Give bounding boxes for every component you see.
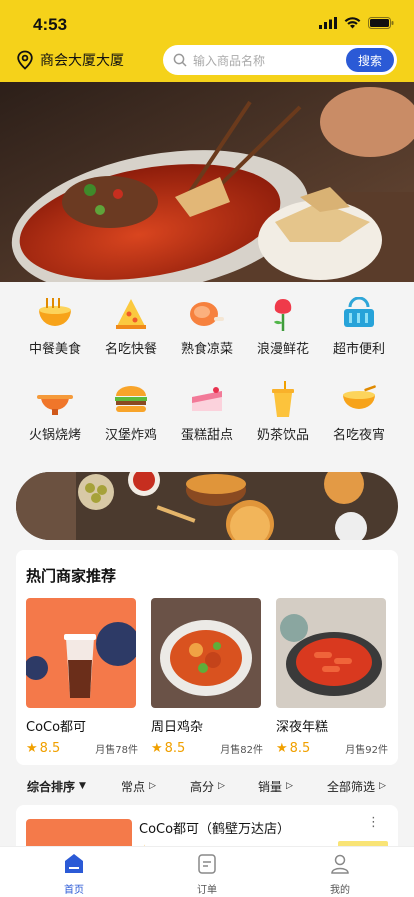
- more-options-icon[interactable]: ⋮: [367, 815, 380, 830]
- search-input[interactable]: 输入商品名称: [193, 52, 346, 69]
- category-item[interactable]: 汉堡炸鸡: [95, 380, 167, 443]
- merchant-name: CoCo都可: [26, 720, 87, 735]
- filter-all[interactable]: 全部筛选 ▷: [327, 778, 386, 795]
- merchant-rating: ★ 8.5: [276, 741, 311, 756]
- status-time: 4:53: [33, 15, 68, 34]
- soup-bowl-icon: [338, 380, 380, 420]
- merchant-card[interactable]: 深夜年糕 ★ 8.5 月售92件: [276, 598, 388, 756]
- hot-merchants-card: 热门商家推荐 CoCo都可 ★ 8.5 月售78件 周日鸡杂 ★ 8.5 月售82件…: [16, 550, 398, 765]
- home-icon: [65, 854, 83, 873]
- tab-label: 订单: [197, 885, 217, 896]
- merchant-rating: ★ 8.5: [151, 741, 186, 756]
- tab-label: 我的: [330, 885, 350, 896]
- merchant-card[interactable]: 周日鸡杂 ★ 8.5 月售82件: [151, 598, 263, 756]
- category-item[interactable]: 奶茶饮品: [247, 380, 319, 443]
- bottom-tab-bar: 首页 订单 我的: [0, 846, 414, 897]
- tab-orders[interactable]: 订单: [177, 853, 237, 896]
- category-label: 汉堡炸鸡: [104, 428, 157, 443]
- tab-profile[interactable]: 我的: [310, 853, 370, 896]
- rose-icon: [262, 294, 304, 334]
- signal-icon: [319, 17, 337, 29]
- category-item[interactable]: 火锅烧烤: [19, 380, 91, 443]
- category-grid: 中餐美食 名吃快餐 熟食凉菜 浪漫鲜花 超市便利 火锅烧烤 汉堡炸鸡 蛋糕甜点 …: [0, 282, 414, 462]
- star-icon: ★: [151, 741, 163, 756]
- battery-icon: [368, 17, 394, 29]
- category-item[interactable]: 超市便利: [323, 294, 395, 357]
- tab-label: 首页: [64, 885, 84, 896]
- status-bar: 4:53: [0, 0, 414, 44]
- location-pin-icon: [17, 50, 33, 70]
- dropdown-arrow-icon: ▼: [79, 781, 86, 791]
- arrow-right-icon: ▷: [218, 781, 225, 791]
- merchant-name: 深夜年糕: [276, 720, 329, 735]
- search-bar[interactable]: 输入商品名称 搜索: [163, 45, 397, 75]
- order-list-icon: [198, 854, 216, 874]
- category-item[interactable]: 熟食凉菜: [171, 294, 243, 357]
- sort-high-score[interactable]: 高分 ▷: [190, 778, 225, 795]
- ham-icon: [186, 294, 228, 334]
- merchant-card[interactable]: CoCo都可 ★ 8.5 月售78件: [26, 598, 138, 756]
- category-item[interactable]: 浪漫鲜花: [247, 294, 319, 357]
- promo-banner-image[interactable]: [16, 472, 398, 540]
- category-item[interactable]: 蛋糕甜点: [171, 380, 243, 443]
- merchant-image: [276, 598, 386, 708]
- location-selector[interactable]: 商会大厦大厦: [16, 50, 124, 70]
- milk-tea-icon: [262, 380, 304, 420]
- merchant-image: [151, 598, 261, 708]
- sort-sales[interactable]: 销量 ▷: [258, 778, 293, 795]
- category-label: 名吃快餐: [104, 342, 157, 357]
- category-label: 奶茶饮品: [256, 428, 309, 443]
- merchant-sales: 月售82件: [220, 745, 263, 756]
- merchant-sales: 月售92件: [345, 745, 388, 756]
- basket-icon: [338, 294, 380, 334]
- category-item[interactable]: 中餐美食: [19, 294, 91, 357]
- noodle-bowl-icon: [34, 294, 76, 334]
- star-icon: ★: [26, 741, 38, 756]
- merchant-rating: ★ 8.5: [26, 741, 61, 756]
- user-icon: [331, 854, 349, 874]
- category-item[interactable]: 名吃快餐: [95, 294, 167, 357]
- tab-home[interactable]: 首页: [44, 853, 104, 896]
- search-icon: [173, 53, 187, 67]
- wifi-icon: [344, 17, 361, 29]
- category-label: 熟食凉菜: [180, 342, 233, 357]
- sort-frequent[interactable]: 常点 ▷: [121, 778, 156, 795]
- search-button[interactable]: 搜索: [346, 48, 394, 72]
- cake-icon: [186, 380, 228, 420]
- pizza-slice-icon: [110, 294, 152, 334]
- arrow-right-icon: ▷: [379, 781, 386, 791]
- hero-banner-image[interactable]: [0, 82, 414, 282]
- star-icon: ★: [276, 741, 288, 756]
- category-item[interactable]: 名吃夜宵: [323, 380, 395, 443]
- category-label: 浪漫鲜花: [256, 342, 309, 357]
- category-label: 中餐美食: [28, 342, 81, 357]
- category-label: 名吃夜宵: [332, 428, 385, 443]
- category-label: 超市便利: [332, 342, 385, 357]
- merchant-name: 周日鸡杂: [151, 720, 204, 735]
- arrow-right-icon: ▷: [286, 781, 293, 791]
- section-title: 热门商家推荐: [26, 567, 117, 585]
- status-icons: [319, 17, 394, 29]
- sort-filter-bar: 综合排序 ▼ 常点 ▷ 高分 ▷ 销量 ▷ 全部筛选 ▷: [0, 772, 414, 800]
- merchant-sales: 月售78件: [95, 745, 138, 756]
- top-header: 4:53 商会大厦大厦 输入商品名称 搜索: [0, 0, 414, 82]
- arrow-right-icon: ▷: [149, 781, 156, 791]
- hotpot-icon: [34, 380, 76, 420]
- category-label: 火锅烧烤: [28, 428, 81, 443]
- merchant-name: CoCo都可（鹤壁万达店）: [139, 822, 291, 837]
- category-label: 蛋糕甜点: [180, 428, 233, 443]
- burger-icon: [110, 380, 152, 420]
- sort-comprehensive[interactable]: 综合排序 ▼: [27, 778, 86, 795]
- location-text: 商会大厦大厦: [40, 53, 124, 69]
- merchant-image: [26, 598, 136, 708]
